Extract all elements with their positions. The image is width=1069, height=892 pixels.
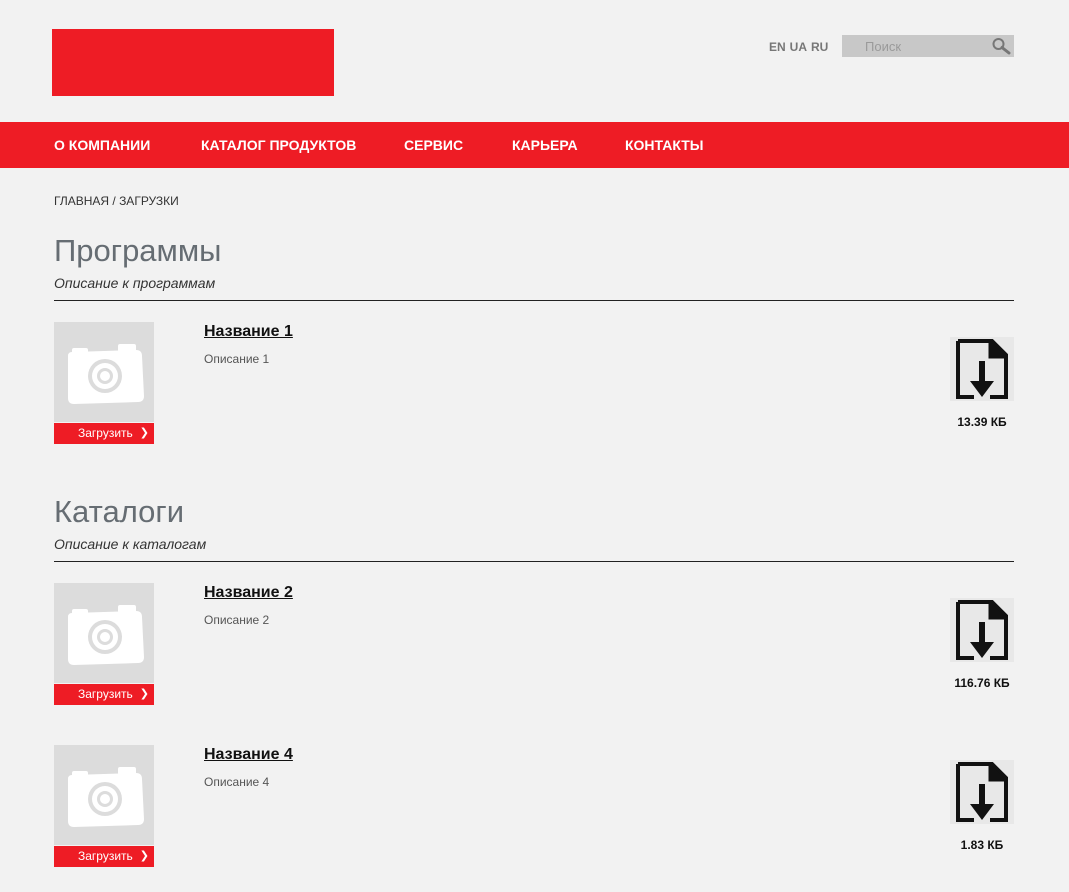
item-thumbnail[interactable] xyxy=(54,745,154,845)
logo[interactable] xyxy=(52,29,334,96)
nav-item-career[interactable]: КАРЬЕРА xyxy=(512,122,578,168)
download-button-label: Загрузить xyxy=(78,687,133,701)
chevron-right-icon: ❯ xyxy=(139,688,149,700)
chevron-right-icon: ❯ xyxy=(139,427,149,439)
search-input[interactable] xyxy=(842,35,987,57)
download-button[interactable]: Загрузить ❯ xyxy=(54,423,154,444)
file-download-icon[interactable] xyxy=(950,598,1014,662)
breadcrumb: ГЛАВНАЯ / ЗАГРУЗКИ xyxy=(54,194,179,208)
language-switcher: EN UA RU xyxy=(769,40,828,54)
item-description: Описание 2 xyxy=(204,613,270,627)
search-box xyxy=(842,35,1014,57)
file-size: 1.83 КБ xyxy=(960,838,1004,852)
camera-icon xyxy=(68,605,144,665)
breadcrumb-home[interactable]: ГЛАВНАЯ xyxy=(54,194,109,208)
nav-item-contacts[interactable]: КОНТАКТЫ xyxy=(625,122,703,168)
camera-icon xyxy=(68,767,144,827)
file-download-icon[interactable] xyxy=(950,760,1014,824)
nav-item-about[interactable]: О КОМПАНИИ xyxy=(54,122,150,168)
item-thumbnail[interactable] xyxy=(54,322,154,422)
item-description: Описание 1 xyxy=(204,352,270,366)
chevron-right-icon: ❯ xyxy=(139,850,149,862)
section-title-catalogs: Каталоги xyxy=(54,494,185,529)
lang-ua[interactable]: UA xyxy=(790,40,807,54)
item-title[interactable]: Название 2 xyxy=(204,584,293,602)
section-divider xyxy=(54,300,1014,301)
breadcrumb-separator: / xyxy=(109,194,120,208)
item-description: Описание 4 xyxy=(204,775,270,789)
section-divider xyxy=(54,561,1014,562)
file-size: 13.39 КБ xyxy=(957,415,1007,429)
nav-item-catalog[interactable]: КАТАЛОГ ПРОДУКТОВ xyxy=(201,122,356,168)
breadcrumb-current: ЗАГРУЗКИ xyxy=(119,194,179,208)
download-button-label: Загрузить xyxy=(78,426,133,440)
lang-en[interactable]: EN xyxy=(769,40,786,54)
download-button[interactable]: Загрузить ❯ xyxy=(54,846,154,867)
item-title[interactable]: Название 1 xyxy=(204,323,293,341)
file-size: 116.76 КБ xyxy=(954,676,1010,690)
section-description-programs: Описание к программам xyxy=(54,275,216,291)
item-thumbnail[interactable] xyxy=(54,583,154,683)
lang-ru[interactable]: RU xyxy=(811,40,828,54)
item-title[interactable]: Название 4 xyxy=(204,746,293,764)
file-download-icon[interactable] xyxy=(950,337,1014,401)
search-icon[interactable] xyxy=(991,37,1011,55)
download-button[interactable]: Загрузить ❯ xyxy=(54,684,154,705)
download-button-label: Загрузить xyxy=(78,849,133,863)
section-description-catalogs: Описание к каталогам xyxy=(54,536,207,552)
section-title-programs: Программы xyxy=(54,233,222,268)
camera-icon xyxy=(68,344,144,404)
nav-item-service[interactable]: СЕРВИС xyxy=(404,122,463,168)
main-nav: О КОМПАНИИ КАТАЛОГ ПРОДУКТОВ СЕРВИС КАРЬ… xyxy=(0,122,1069,168)
